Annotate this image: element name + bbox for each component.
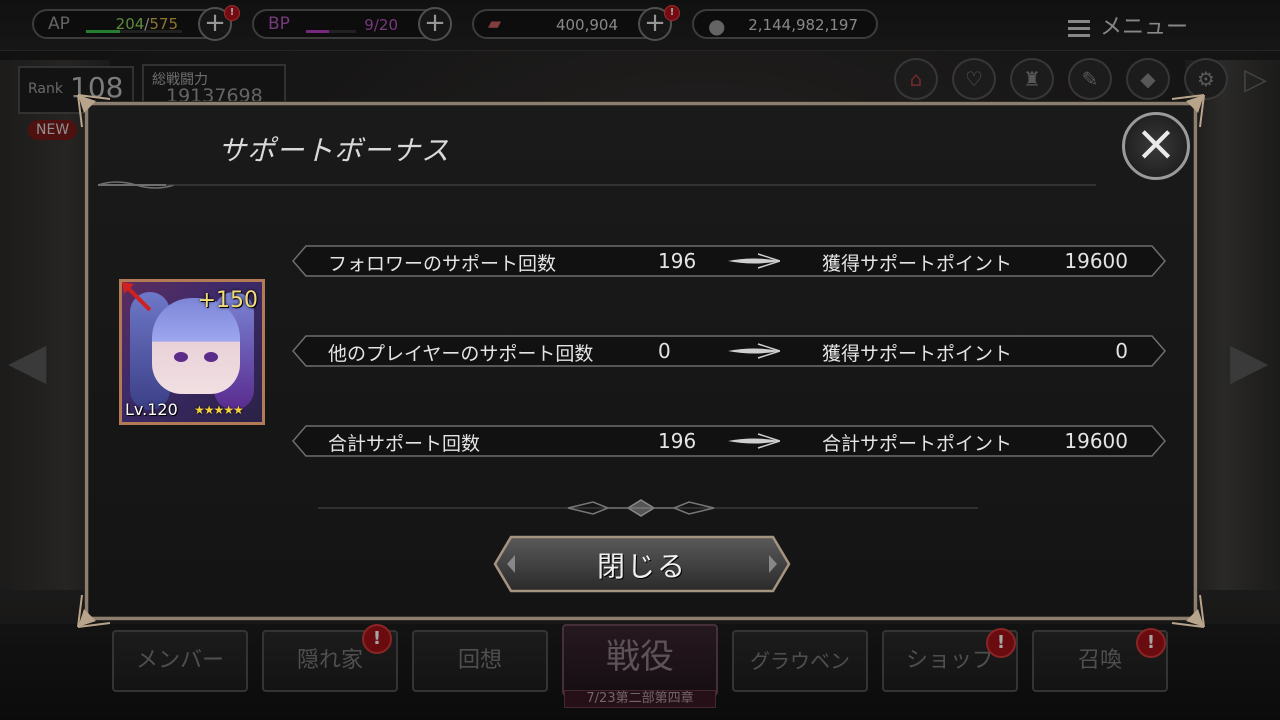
arrow-right-icon xyxy=(728,253,780,269)
support-row-follower: フォロワーのサポート回数 196 獲得サポートポイント 19600 xyxy=(292,245,1166,277)
card-art-eye xyxy=(174,352,188,362)
dialog-title: サポートボーナス xyxy=(218,134,451,167)
row-points: 0 xyxy=(1115,339,1128,363)
row-result-label: 獲得サポートポイント xyxy=(822,253,1013,275)
card-level: Lv.120 xyxy=(125,400,178,419)
ornament-divider xyxy=(318,499,978,517)
close-x-button[interactable]: × xyxy=(1122,112,1190,180)
close-button[interactable]: 閉じる xyxy=(493,535,791,593)
card-art-eye xyxy=(204,352,218,362)
row-label: フォロワーのサポート回数 xyxy=(328,253,557,275)
arrow-right-icon xyxy=(728,433,780,449)
class-arrow-icon xyxy=(122,282,152,312)
support-bonus-dialog: サポートボーナス × +150 Lv.120 ★★★★★ フォロワーのサポート回… xyxy=(77,94,1205,628)
row-points: 19600 xyxy=(1064,429,1128,453)
row-result-label: 合計サポートポイント xyxy=(822,433,1013,455)
close-button-label: 閉じる xyxy=(596,550,687,583)
row-count: 196 xyxy=(658,249,697,273)
row-result-label: 獲得サポートポイント xyxy=(822,343,1013,365)
card-bonus-value: +150 xyxy=(197,288,258,313)
ornament-corner-icon xyxy=(74,91,114,131)
row-label: 合計サポート回数 xyxy=(328,433,481,455)
row-count: 0 xyxy=(658,339,671,363)
card-rarity-stars: ★★★★★ xyxy=(194,403,244,417)
row-label: 他のプレイヤーのサポート回数 xyxy=(328,343,594,365)
ornament-corner-icon xyxy=(1168,591,1208,631)
support-row-total: 合計サポート回数 196 合計サポートポイント 19600 xyxy=(292,425,1166,457)
arrow-right-icon xyxy=(728,343,780,359)
row-points: 19600 xyxy=(1064,249,1128,273)
ornament-corner-icon xyxy=(74,591,114,631)
row-count: 196 xyxy=(658,429,697,453)
support-character-card[interactable]: +150 Lv.120 ★★★★★ xyxy=(119,279,265,425)
title-underline xyxy=(97,181,1096,189)
support-row-other-players: 他のプレイヤーのサポート回数 0 獲得サポートポイント 0 xyxy=(292,335,1166,367)
